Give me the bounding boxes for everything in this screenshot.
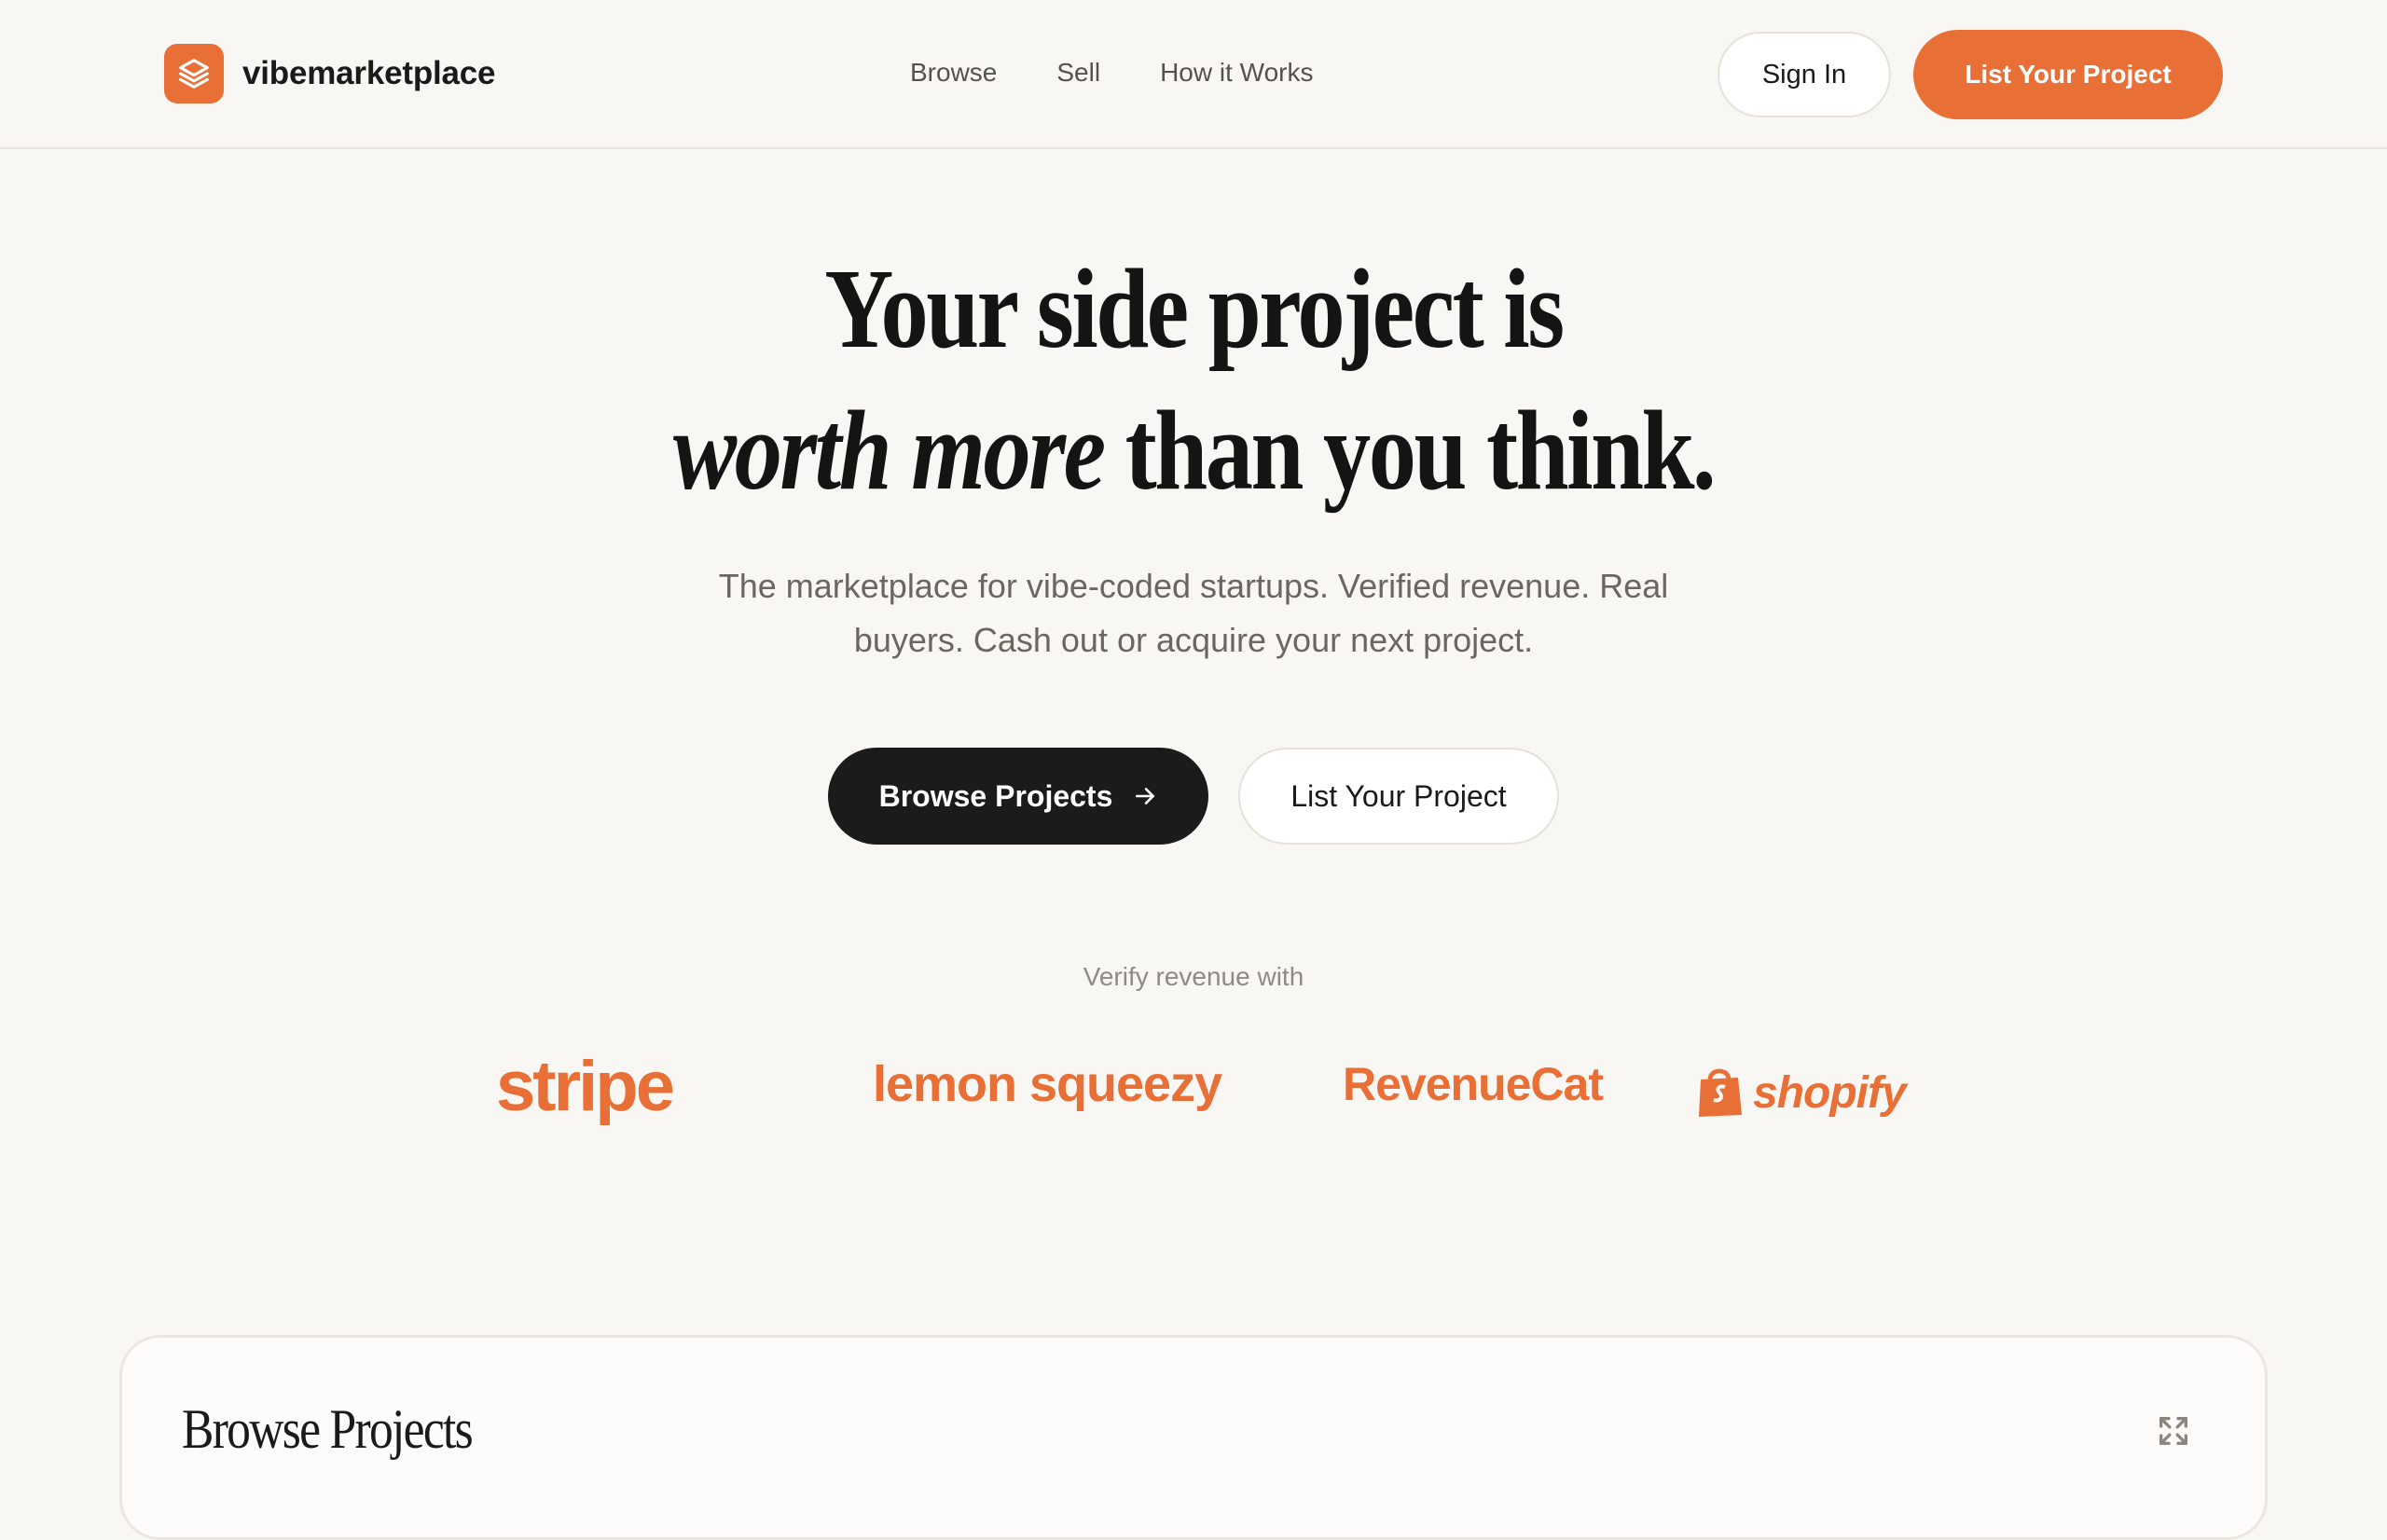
stripe-logo: stripe: [496, 1047, 675, 1126]
hero-title-rest: than you think.: [1103, 388, 1717, 514]
verify-revenue-label: Verify revenue with: [1083, 962, 1304, 991]
shopify-wordmark: shopify: [1753, 1068, 1907, 1118]
sign-in-button[interactable]: Sign In: [1718, 32, 1891, 117]
site-header: vibemarketplace Browse Sell How it Works…: [0, 0, 2387, 149]
main-nav: Browse Sell How it Works: [910, 52, 1313, 93]
hero-title-line-2: worth more than you think.: [191, 380, 2196, 522]
arrow-right-icon: [1133, 784, 1157, 808]
layers-icon: [164, 44, 224, 103]
list-project-hero-button[interactable]: List Your Project: [1238, 748, 1559, 845]
shopping-bag-icon: [1695, 1063, 1744, 1123]
browse-projects-label: Browse Projects: [878, 778, 1113, 813]
list-project-header-button[interactable]: List Your Project: [1913, 30, 2223, 119]
browse-projects-panel: Browse Projects: [119, 1335, 2268, 1540]
browse-projects-heading: Browse Projects: [182, 1398, 474, 1460]
shopify-logo: shopify: [1695, 1063, 1907, 1123]
brand-name: vibemarketplace: [242, 55, 496, 91]
nav-browse[interactable]: Browse: [910, 58, 997, 88]
expand-icon[interactable]: [2155, 1412, 2192, 1450]
nav-how-it-works[interactable]: How it Works: [1160, 58, 1313, 88]
hero-title: Your side project is worth more than you…: [191, 239, 2196, 522]
revenuecat-logo: RevenueCat: [1343, 1058, 1604, 1110]
lemon-squeezy-logo: lemon squeezy: [873, 1056, 1222, 1112]
hero-subtitle: The marketplace for vibe-coded startups.…: [718, 567, 1669, 659]
hero-title-line-1: Your side project is: [824, 246, 1565, 372]
nav-sell[interactable]: Sell: [1056, 58, 1100, 88]
browse-projects-button[interactable]: Browse Projects: [828, 748, 1208, 845]
hero-title-emphasis: worth more: [672, 388, 1106, 514]
brand-logo[interactable]: vibemarketplace: [164, 43, 496, 104]
